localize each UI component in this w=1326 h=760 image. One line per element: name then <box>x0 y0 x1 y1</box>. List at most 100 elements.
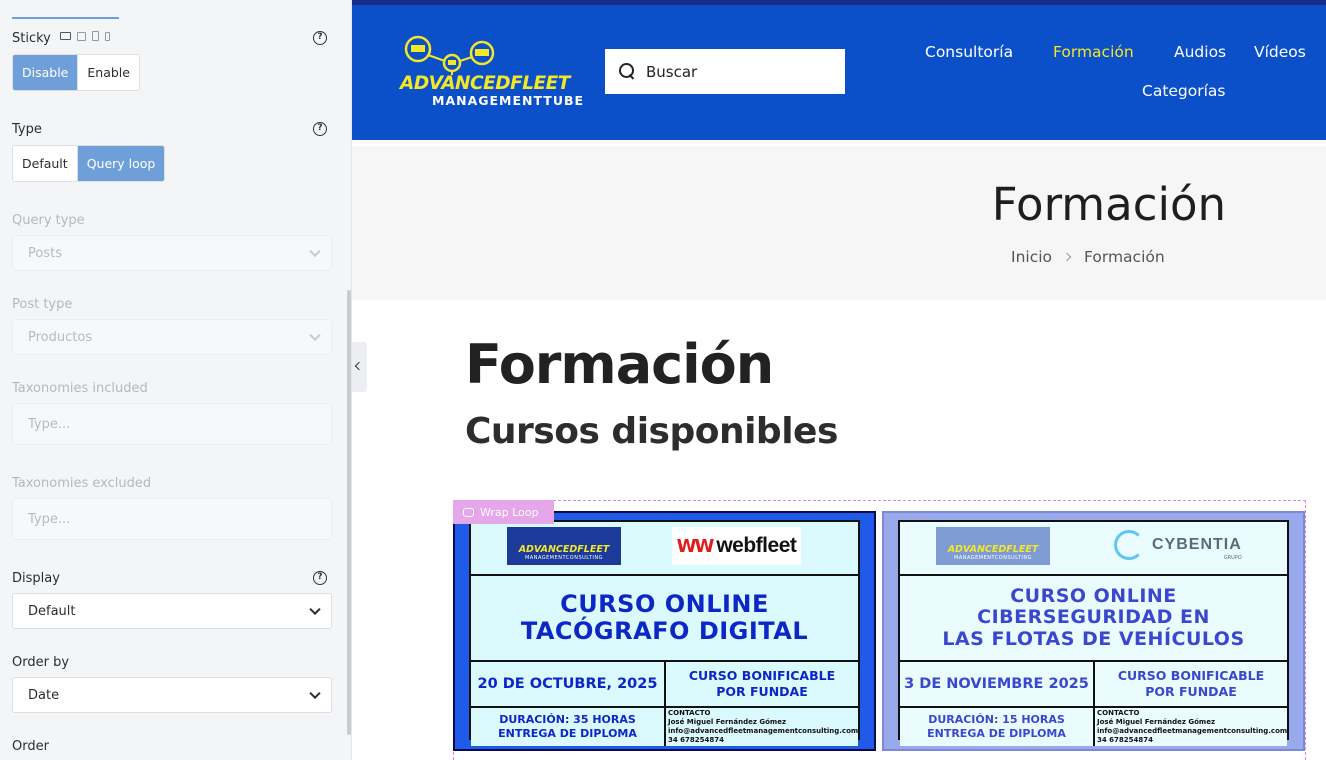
logo-text-a: ADVANCEDFLEET <box>518 544 610 555</box>
taxonomies-excluded-label: Taxonomies excluded <box>12 476 152 491</box>
flyer-info: 3 DE NOVIEMBRE 2025 CURSO BONIFICABLE PO… <box>900 662 1287 708</box>
taxonomies-included-placeholder: Type... <box>28 416 71 432</box>
display-label: Display <box>12 571 60 586</box>
query-type-value: Posts <box>28 245 62 261</box>
post-type-select[interactable]: Productos <box>12 319 332 355</box>
bonif-line: POR FUNDAE <box>1145 684 1237 699</box>
tablet-landscape-icon[interactable] <box>77 31 86 41</box>
course-card[interactable]: ADVANCEDFLEET MANAGEMENTCONSULTING CYBEN… <box>882 511 1305 751</box>
type-query-loop-button[interactable]: Query loop <box>76 146 165 181</box>
site-header: ADVANCEDFLEET MANAGEMENTTUBE Consultoría… <box>352 0 1326 140</box>
site-logo[interactable]: ADVANCEDFLEET MANAGEMENTTUBE <box>400 35 585 117</box>
cybentia-ring-icon <box>1114 530 1144 560</box>
query-type-label: Query type <box>12 213 85 228</box>
settings-panel: Sticky ? Disable Enable Type ? Default Q… <box>0 0 352 760</box>
query-type-select[interactable]: Posts <box>12 235 332 271</box>
chevron-down-icon <box>309 329 321 342</box>
display-value: Default <box>28 603 76 619</box>
search-input[interactable] <box>646 62 826 81</box>
active-tab-indicator <box>12 17 119 19</box>
course-card[interactable]: ADVANCEDFLEET MANAGEMENTCONSULTING WW we… <box>453 511 876 751</box>
course-duration: DURACIÓN: 35 HORAS ENTREGA DE DIPLOMA <box>471 708 666 746</box>
webfleet-mark-icon: WW <box>676 535 715 557</box>
panel-scrollbar[interactable] <box>347 290 351 735</box>
sticky-enable-button[interactable]: Enable <box>77 55 139 90</box>
contact-line: info@advancedfleetmanagementconsulting.c… <box>668 727 859 735</box>
partner-sub: GRUPO <box>1223 555 1242 561</box>
nav-formacion[interactable]: Formación <box>1053 43 1134 61</box>
advancedfleet-logo: ADVANCEDFLEET MANAGEMENTCONSULTING <box>936 527 1050 565</box>
taxonomies-included-label: Taxonomies included <box>12 381 148 396</box>
fleet-network-icon <box>404 35 495 75</box>
headline-line: TACÓGRAFO DIGITAL <box>520 617 809 645</box>
chevron-down-icon <box>309 687 321 700</box>
course-duration: DURACIÓN: 15 HORAS ENTREGA DE DIPLOMA <box>900 708 1095 746</box>
bonif-line: CURSO BONIFICABLE <box>1117 668 1265 683</box>
display-select[interactable]: Default <box>12 593 332 629</box>
type-toggle: Default Query loop <box>12 145 166 182</box>
content-heading: Formación <box>465 333 774 396</box>
tablet-icon[interactable] <box>92 31 99 41</box>
post-type-value: Productos <box>28 329 93 345</box>
logo-text-b: MANAGEMENTCONSULTING <box>524 555 604 561</box>
course-contact: CONTACTO José Miguel Fernández Gómez inf… <box>666 708 858 746</box>
headline-line: CURSO ONLINE <box>1010 585 1177 608</box>
nav-categorias[interactable]: Categorías <box>1142 82 1226 100</box>
breadcrumb-current: Formación <box>1084 248 1165 266</box>
mobile-icon[interactable] <box>105 31 110 41</box>
course-flyer: ADVANCEDFLEET MANAGEMENTCONSULTING WW we… <box>469 520 860 746</box>
nav-videos[interactable]: Vídeos <box>1254 43 1306 61</box>
chevron-down-icon <box>309 245 321 258</box>
logo-text-a: ADVANCEDFLEET <box>947 544 1039 555</box>
duration-line: ENTREGA DE DIPLOMA <box>927 727 1066 740</box>
course-bonif: CURSO BONIFICABLE POR FUNDAE <box>666 662 858 706</box>
order-by-select[interactable]: Date <box>12 677 332 713</box>
type-help-icon[interactable]: ? <box>313 122 327 136</box>
collapse-panel-button[interactable] <box>352 342 367 392</box>
nav-audios[interactable]: Audios <box>1174 43 1226 61</box>
contact-line: info@advancedfleetmanagementconsulting.c… <box>1097 727 1288 735</box>
headline-line: LAS FLOTAS DE VEHÍCULOS <box>942 627 1245 650</box>
partner-name: webfleet <box>716 534 797 557</box>
chevron-down-icon <box>309 603 321 616</box>
duration-line: ENTREGA DE DIPLOMA <box>498 727 637 740</box>
cybentia-logo: CYBENTIA GRUPO <box>1114 530 1242 561</box>
flyer-footer: DURACIÓN: 15 HORAS ENTREGA DE DIPLOMA CO… <box>900 708 1287 746</box>
breadcrumb-home[interactable]: Inicio <box>1011 248 1052 266</box>
type-default-button[interactable]: Default <box>13 146 77 181</box>
type-label: Type <box>12 122 42 137</box>
flyer-headline: CURSO ONLINE TACÓGRAFO DIGITAL <box>471 576 858 662</box>
order-by-value: Date <box>28 687 60 703</box>
contact-line: CONTACTO <box>1097 709 1140 717</box>
webfleet-logo: WW webfleet <box>672 527 801 565</box>
chevron-right-icon <box>1062 252 1072 262</box>
device-switcher[interactable] <box>60 31 110 41</box>
flyer-headline: CURSO ONLINE CIBERSEGURIDAD EN LAS FLOTA… <box>900 576 1287 662</box>
display-help-icon[interactable]: ? <box>313 571 327 585</box>
desktop-icon[interactable] <box>60 32 71 40</box>
flyer-footer: DURACIÓN: 35 HORAS ENTREGA DE DIPLOMA CO… <box>471 708 858 746</box>
post-type-label: Post type <box>12 297 73 312</box>
taxonomies-excluded-input[interactable]: Type... <box>12 498 332 540</box>
sticky-disable-button[interactable]: Disable <box>13 55 78 90</box>
contact-line: 34 678254874 <box>668 736 725 744</box>
flyer-info: 20 DE OCTUBRE, 2025 CURSO BONIFICABLE PO… <box>471 662 858 708</box>
contact-line: José Miguel Fernández Gómez <box>1097 718 1216 726</box>
course-contact: CONTACTO José Miguel Fernández Gómez inf… <box>1095 708 1287 746</box>
wrap-loop-label: Wrap Loop <box>480 505 539 519</box>
taxonomies-included-input[interactable]: Type... <box>12 403 332 445</box>
logo-line-2: MANAGEMENTTUBE <box>432 93 585 108</box>
order-label: Order <box>12 739 49 754</box>
wrap-loop-tag[interactable]: Wrap Loop <box>453 500 554 524</box>
nav-consultoria[interactable]: Consultoría <box>925 43 1013 61</box>
page-title: Formación <box>991 178 1226 231</box>
chevron-left-icon <box>354 361 364 371</box>
headline-line: CIBERSEGURIDAD EN <box>977 606 1210 629</box>
sticky-label: Sticky <box>12 31 51 46</box>
course-date: 3 DE NOVIEMBRE 2025 <box>900 662 1095 706</box>
advancedfleet-logo: ADVANCEDFLEET MANAGEMENTCONSULTING <box>507 527 621 565</box>
contact-line: CONTACTO <box>668 709 711 717</box>
sticky-help-icon[interactable]: ? <box>313 31 327 45</box>
search-icon[interactable] <box>619 63 636 80</box>
partner-name: CYBENTIA <box>1152 536 1242 553</box>
